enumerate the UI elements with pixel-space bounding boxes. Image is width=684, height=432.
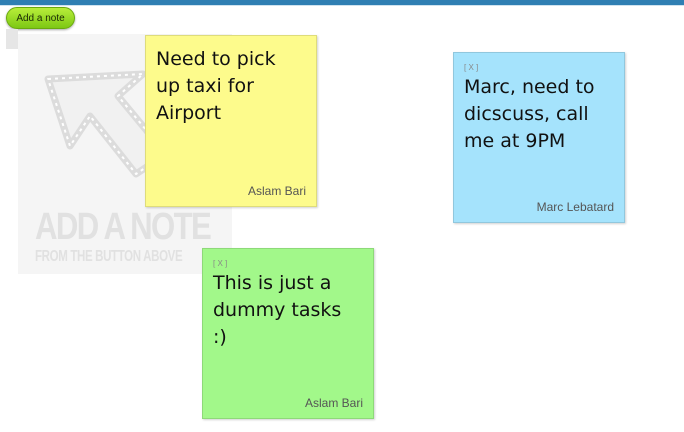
note-author: Aslam Bari	[247, 184, 306, 198]
sticky-note[interactable]: Need to pick up taxi for Airport Aslam B…	[145, 35, 317, 207]
note-author: Marc Lebatard	[536, 200, 614, 214]
note-close-button[interactable]: [ X ]	[464, 63, 478, 72]
note-close-button[interactable]: [ X ]	[213, 259, 227, 268]
hint-title: ADD A NOTE	[35, 206, 212, 248]
note-text: Marc, need to dicscuss, call me at 9PM	[464, 76, 595, 152]
note-author: Aslam Bari	[304, 396, 363, 410]
note-text: Need to pick up taxi for Airport	[156, 48, 276, 124]
top-accent-divider	[0, 5, 684, 6]
add-note-button-label: Add a note	[16, 12, 65, 24]
add-note-button[interactable]: Add a note	[6, 7, 75, 29]
note-text: This is just a dummy tasks :)	[213, 272, 342, 348]
sticky-note[interactable]: [ X ] This is just a dummy tasks :) Asla…	[202, 248, 374, 419]
hint-subtitle: FROM THE BUTTON ABOVE	[35, 248, 183, 265]
button-stub	[6, 29, 18, 49]
sticky-note[interactable]: [ X ] Marc, need to dicscuss, call me at…	[453, 52, 625, 223]
